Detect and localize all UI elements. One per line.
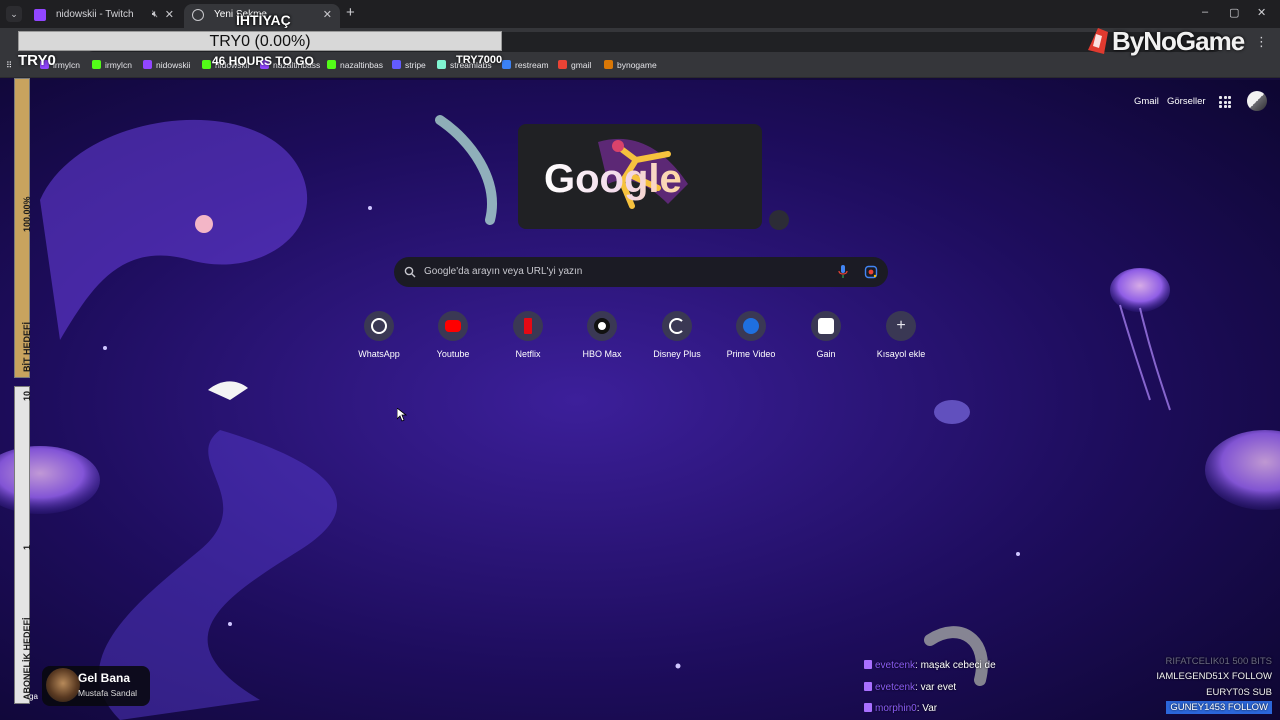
plus-icon: +: [896, 317, 906, 334]
bookmark-item[interactable]: stripe: [392, 60, 426, 70]
gain-icon: [818, 318, 834, 334]
bits-goal-percent: 100.00%: [22, 196, 32, 232]
google-apps-icon[interactable]: [1219, 96, 1231, 108]
doodle-wordmark: Google: [544, 157, 682, 201]
song-title: Gel Bana: [78, 671, 131, 685]
account-avatar[interactable]: [1247, 91, 1267, 111]
restream-icon: [502, 60, 511, 69]
muted-speaker-icon[interactable]: 🔇︎: [152, 4, 158, 26]
bookmark-item[interactable]: restream: [502, 60, 549, 70]
shortcut-prime-video[interactable]: Prime Video: [714, 311, 788, 359]
twitch-icon: [864, 660, 872, 669]
shortcut-hbo-max[interactable]: HBO Max: [565, 311, 639, 359]
twitch-icon: [34, 9, 46, 21]
kick-icon: [92, 60, 101, 69]
google-doodle[interactable]: Google: [518, 124, 762, 229]
goal-amount: TRY0 (0.00%): [209, 33, 311, 50]
tab-strip: ⌄ nidowskii - Twitch 🔇︎ ✕ Yeni Sekme ✕ +…: [0, 0, 1280, 28]
close-tab-icon[interactable]: ✕: [323, 4, 332, 26]
event-alert: EURYT0S SUB: [1206, 687, 1272, 698]
gmail-link[interactable]: Gmail: [1134, 96, 1159, 107]
gmail-icon: [558, 60, 567, 69]
minimize-button[interactable]: –: [1202, 6, 1208, 18]
maximize-button[interactable]: ▢: [1229, 6, 1239, 19]
bookmark-item[interactable]: nazaltinbas: [327, 60, 383, 70]
primevideo-icon: [743, 318, 759, 334]
shortcut-whatsapp[interactable]: WhatsApp: [342, 311, 416, 359]
bynogame-logo: ByNoGame: [1088, 26, 1245, 57]
goal-current: TRY0: [18, 52, 56, 69]
twitch-icon: [864, 703, 872, 712]
shortcut-netflix[interactable]: Netflix: [491, 311, 565, 359]
netflix-icon: [524, 318, 532, 334]
whatsapp-icon: [371, 318, 387, 334]
shortcut-disney-plus[interactable]: Disney Plus: [640, 311, 714, 359]
apps-grid-icon[interactable]: ⠿: [6, 60, 12, 71]
sub-goal-label: ABONELİK HEDEFİ: [22, 617, 32, 700]
search-placeholder: Google'da arayın veya URL'yi yazın: [424, 266, 583, 277]
goal-progress-bar: TRY0 (0.00%): [18, 31, 502, 51]
chat-message: evetcenk: maşak cebeci de: [864, 660, 996, 671]
song-artist: Mustafa Sandal: [78, 688, 138, 698]
disneyplus-icon: [669, 318, 685, 334]
bits-goal-label: BİT HEDEFİ: [22, 321, 32, 372]
bookmark-item[interactable]: gmail: [558, 60, 591, 70]
search-box[interactable]: Google'da arayın veya URL'yi yazın: [394, 257, 888, 287]
streamlabs-icon: [437, 60, 446, 69]
close-window-button[interactable]: ✕: [1257, 6, 1266, 19]
shortcut-youtube[interactable]: Youtube: [416, 311, 490, 359]
goal-target: TRY7000: [456, 54, 503, 66]
now-playing-side-text: ga: [29, 692, 38, 701]
hbomax-icon: [594, 318, 610, 334]
sub-goal-current: 1: [22, 544, 32, 550]
search-icon: [404, 266, 416, 278]
stripe-icon: [392, 60, 401, 69]
tab-search-button[interactable]: ⌄: [6, 6, 22, 22]
goal-title: İHTİYAÇ: [236, 12, 291, 28]
doodle-artwork: Google: [544, 138, 688, 209]
bookmark-item[interactable]: nidowskii: [143, 60, 191, 70]
now-playing-widget: Gel Bana Mustafa Sandal: [42, 666, 150, 706]
bookmarks-bar: ⠿ irmylcn irmylcn nidowskii nidowskii na…: [0, 56, 1280, 78]
album-cover: [46, 668, 80, 702]
new-tab-button[interactable]: +: [346, 4, 355, 21]
shortcut-gain[interactable]: Gain: [789, 311, 863, 359]
twitch-icon: [143, 60, 152, 69]
doodle-share-button[interactable]: [769, 210, 789, 230]
goal-time-left: 46 HOURS TO GO: [212, 54, 314, 68]
event-alert: RIFATCELIK01 500 BITS: [1165, 656, 1273, 667]
youtube-icon: [445, 320, 461, 332]
more-menu-icon[interactable]: ⋮: [1255, 34, 1268, 50]
kick-icon: [202, 60, 211, 69]
images-link[interactable]: Görseller: [1167, 96, 1206, 107]
chat-message: morphin0: Var: [864, 703, 937, 714]
chat-message: evetcenk: var evet: [864, 682, 956, 693]
mouse-cursor-icon: [397, 408, 407, 422]
twitch-icon: [864, 682, 872, 691]
mic-icon[interactable]: [838, 265, 848, 279]
tab-twitch[interactable]: nidowskii - Twitch 🔇︎ ✕: [26, 4, 182, 28]
event-alert: IAMLEGEND51X FOLLOW: [1156, 671, 1272, 682]
shortcut-add[interactable]: + Kısayol ekle: [864, 311, 938, 359]
google-lens-icon[interactable]: [864, 265, 878, 279]
sub-goal-target: 10: [22, 390, 32, 401]
kick-icon: [327, 60, 336, 69]
close-tab-icon[interactable]: ✕: [165, 4, 174, 26]
tab-label: nidowskii - Twitch: [56, 9, 134, 20]
bynogame-icon: [1088, 28, 1108, 54]
bynogame-icon: [604, 60, 613, 69]
event-alert: GUNEY1453 FOLLOW: [1166, 701, 1272, 714]
bookmark-item[interactable]: bynogame: [604, 60, 657, 70]
bookmark-item[interactable]: irmylcn: [92, 60, 132, 70]
globe-icon: [192, 9, 204, 21]
